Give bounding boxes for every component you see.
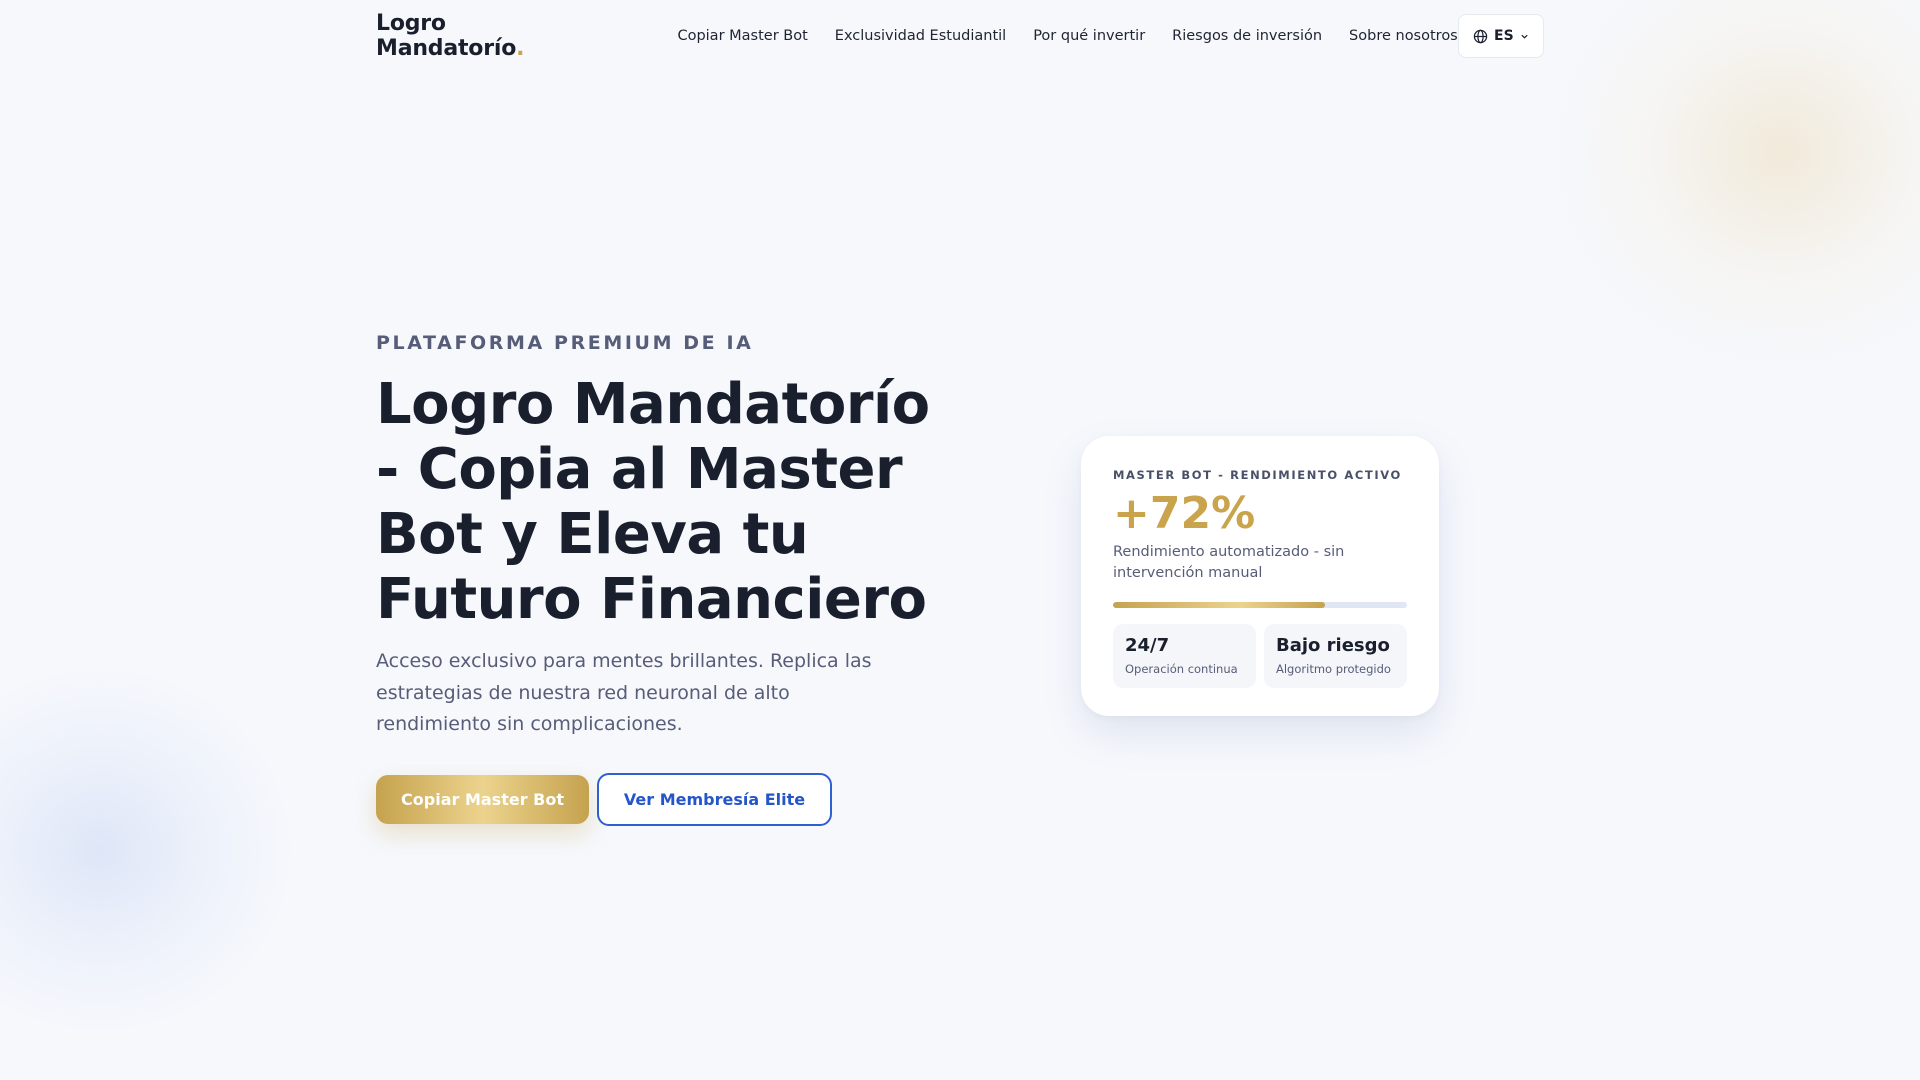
nav-item-copiar-master-bot[interactable]: Copiar Master Bot <box>677 28 807 44</box>
globe-icon <box>1473 29 1488 43</box>
performance-progress-bar <box>1113 602 1407 608</box>
language-selector[interactable]: ES <box>1457 14 1544 58</box>
nav-item-sobre-nosotros[interactable]: Sobre nosotros <box>1349 28 1458 44</box>
progress-fill <box>1113 602 1325 608</box>
page: Logro Mandatorío. Copiar Master Bot Excl… <box>0 0 1920 1080</box>
stat-continuous-operation: 24/7 Operación continua <box>1113 624 1256 688</box>
decorative-blue-glow <box>0 660 300 1040</box>
brand-name: Logro Mandatorío <box>376 11 517 61</box>
nav-item-exclusividad-estudiantil[interactable]: Exclusividad Estudiantil <box>835 28 1006 44</box>
stat-label: Operación continua <box>1125 662 1238 676</box>
performance-value: +72% <box>1113 488 1256 539</box>
decorative-gold-glow <box>1540 0 1920 380</box>
stat-label: Algoritmo protegido <box>1276 662 1391 676</box>
brand-dot: . <box>516 36 525 61</box>
card-description: Rendimiento automatizado - sin intervenc… <box>1113 544 1345 581</box>
stat-value: Bajo riesgo <box>1276 635 1390 656</box>
site-header: Logro Mandatorío. Copiar Master Bot Excl… <box>376 11 1544 61</box>
copy-master-bot-button[interactable]: Copiar Master Bot <box>376 775 589 824</box>
elite-membership-button[interactable]: Ver Membresía Elite <box>597 773 832 826</box>
nav-item-por-que-invertir[interactable]: Por qué invertir <box>1033 28 1145 44</box>
nav-item-riesgos-de-inversion[interactable]: Riesgos de inversión <box>1172 28 1322 44</box>
card-label: MASTER BOT - RENDIMIENTO ACTIVO <box>1113 468 1402 482</box>
hero-subtitle: Acceso exclusivo para mentes brillantes.… <box>376 650 872 735</box>
card-stats: 24/7 Operación continua Bajo riesgo Algo… <box>1113 624 1407 688</box>
stat-value: 24/7 <box>1125 635 1170 656</box>
hero-title: Logro Mandatorío - Copia al Master Bot y… <box>376 372 930 632</box>
stat-low-risk: Bajo riesgo Algoritmo protegido <box>1264 624 1407 688</box>
performance-card: MASTER BOT - RENDIMIENTO ACTIVO +72% Ren… <box>1081 436 1439 716</box>
main-nav: Copiar Master Bot Exclusividad Estudiant… <box>677 28 1457 44</box>
language-code: ES <box>1494 28 1514 44</box>
brand-logo[interactable]: Logro Mandatorío. <box>376 11 594 61</box>
chevron-down-icon <box>1521 34 1528 39</box>
hero-eyebrow: PLATAFORMA PREMIUM DE IA <box>376 332 754 354</box>
